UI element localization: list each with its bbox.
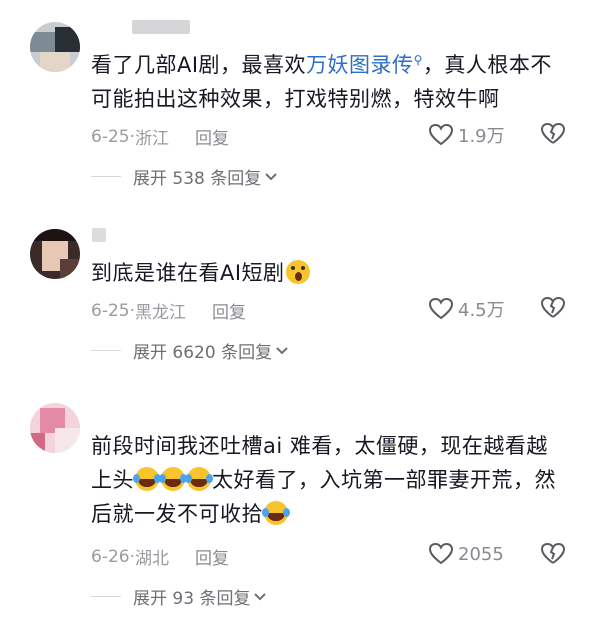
like-button[interactable]: 1.9万 bbox=[428, 122, 505, 148]
expand-replies-button[interactable]: 展开 538 条回复 bbox=[91, 164, 277, 189]
divider bbox=[91, 350, 121, 351]
divider bbox=[91, 176, 121, 177]
like-button[interactable]: 4.5万 bbox=[428, 296, 505, 322]
laugh-cry-emoji-icon bbox=[185, 467, 211, 491]
heart-icon bbox=[428, 542, 454, 565]
comment-meta: 6-25 · 黑龙江 回复 bbox=[91, 298, 246, 324]
reply-button[interactable]: 回复 bbox=[195, 124, 229, 149]
dislike-button[interactable] bbox=[540, 122, 566, 150]
comment-text: 到底是谁在看AI短剧 bbox=[91, 256, 569, 290]
reply-button[interactable]: 回复 bbox=[195, 544, 229, 569]
divider bbox=[91, 596, 121, 597]
heart-icon bbox=[428, 297, 454, 320]
chevron-down-icon bbox=[276, 346, 288, 354]
heart-icon bbox=[428, 123, 454, 146]
broken-heart-icon bbox=[540, 122, 566, 144]
comment-date: 6-26 bbox=[91, 546, 130, 567]
comment-location: 黑龙江 bbox=[135, 303, 186, 323]
dislike-button[interactable] bbox=[540, 296, 566, 324]
comment-date: 6-25 bbox=[91, 300, 130, 321]
comment-date: 6-25 bbox=[91, 126, 130, 147]
chevron-down-icon bbox=[254, 592, 267, 600]
broken-heart-icon bbox=[540, 542, 566, 564]
username-blurred bbox=[132, 20, 190, 34]
comment-text: 前段时间我还吐槽ai 难看，太僵硬，现在越看越上头 太好看了，入坑第一部罪妻开荒，… bbox=[91, 434, 556, 526]
laugh-cry-emoji-icon bbox=[133, 467, 159, 491]
avatar[interactable] bbox=[30, 403, 80, 453]
expand-replies-button[interactable]: 展开 6620 条回复 bbox=[91, 338, 288, 363]
dislike-button[interactable] bbox=[540, 542, 566, 570]
expand-replies-button[interactable]: 展开 93 条回复 bbox=[91, 584, 267, 609]
like-count: 4.5万 bbox=[458, 300, 505, 321]
comment-meta: 6-26 · 湖北 回复 bbox=[91, 544, 229, 570]
reply-button[interactable]: 回复 bbox=[212, 298, 246, 323]
comment-location: 湖北 bbox=[135, 549, 169, 569]
avatar[interactable] bbox=[30, 22, 80, 72]
like-button[interactable]: 2055 bbox=[428, 542, 504, 566]
shocked-emoji-icon bbox=[285, 260, 310, 284]
like-count: 1.9万 bbox=[458, 126, 505, 147]
comment-location: 浙江 bbox=[135, 129, 169, 149]
comment-text: 看了几部AI剧，最喜欢万妖图录传⚲，真人根本不可能拍出这种效果，打戏特别燃，特效… bbox=[91, 53, 552, 111]
comment-meta: 6-25 · 浙江 回复 bbox=[91, 124, 229, 150]
chevron-down-icon bbox=[265, 172, 277, 180]
search-icon[interactable]: ⚲ bbox=[414, 53, 423, 67]
avatar[interactable] bbox=[30, 229, 80, 279]
drama-title-link[interactable]: 万妖图录传 bbox=[306, 53, 414, 77]
like-count: 2055 bbox=[458, 543, 504, 565]
laugh-cry-emoji-icon bbox=[262, 501, 288, 525]
username-blurred bbox=[92, 228, 106, 242]
broken-heart-icon bbox=[540, 296, 566, 318]
laugh-cry-emoji-icon bbox=[159, 467, 185, 491]
